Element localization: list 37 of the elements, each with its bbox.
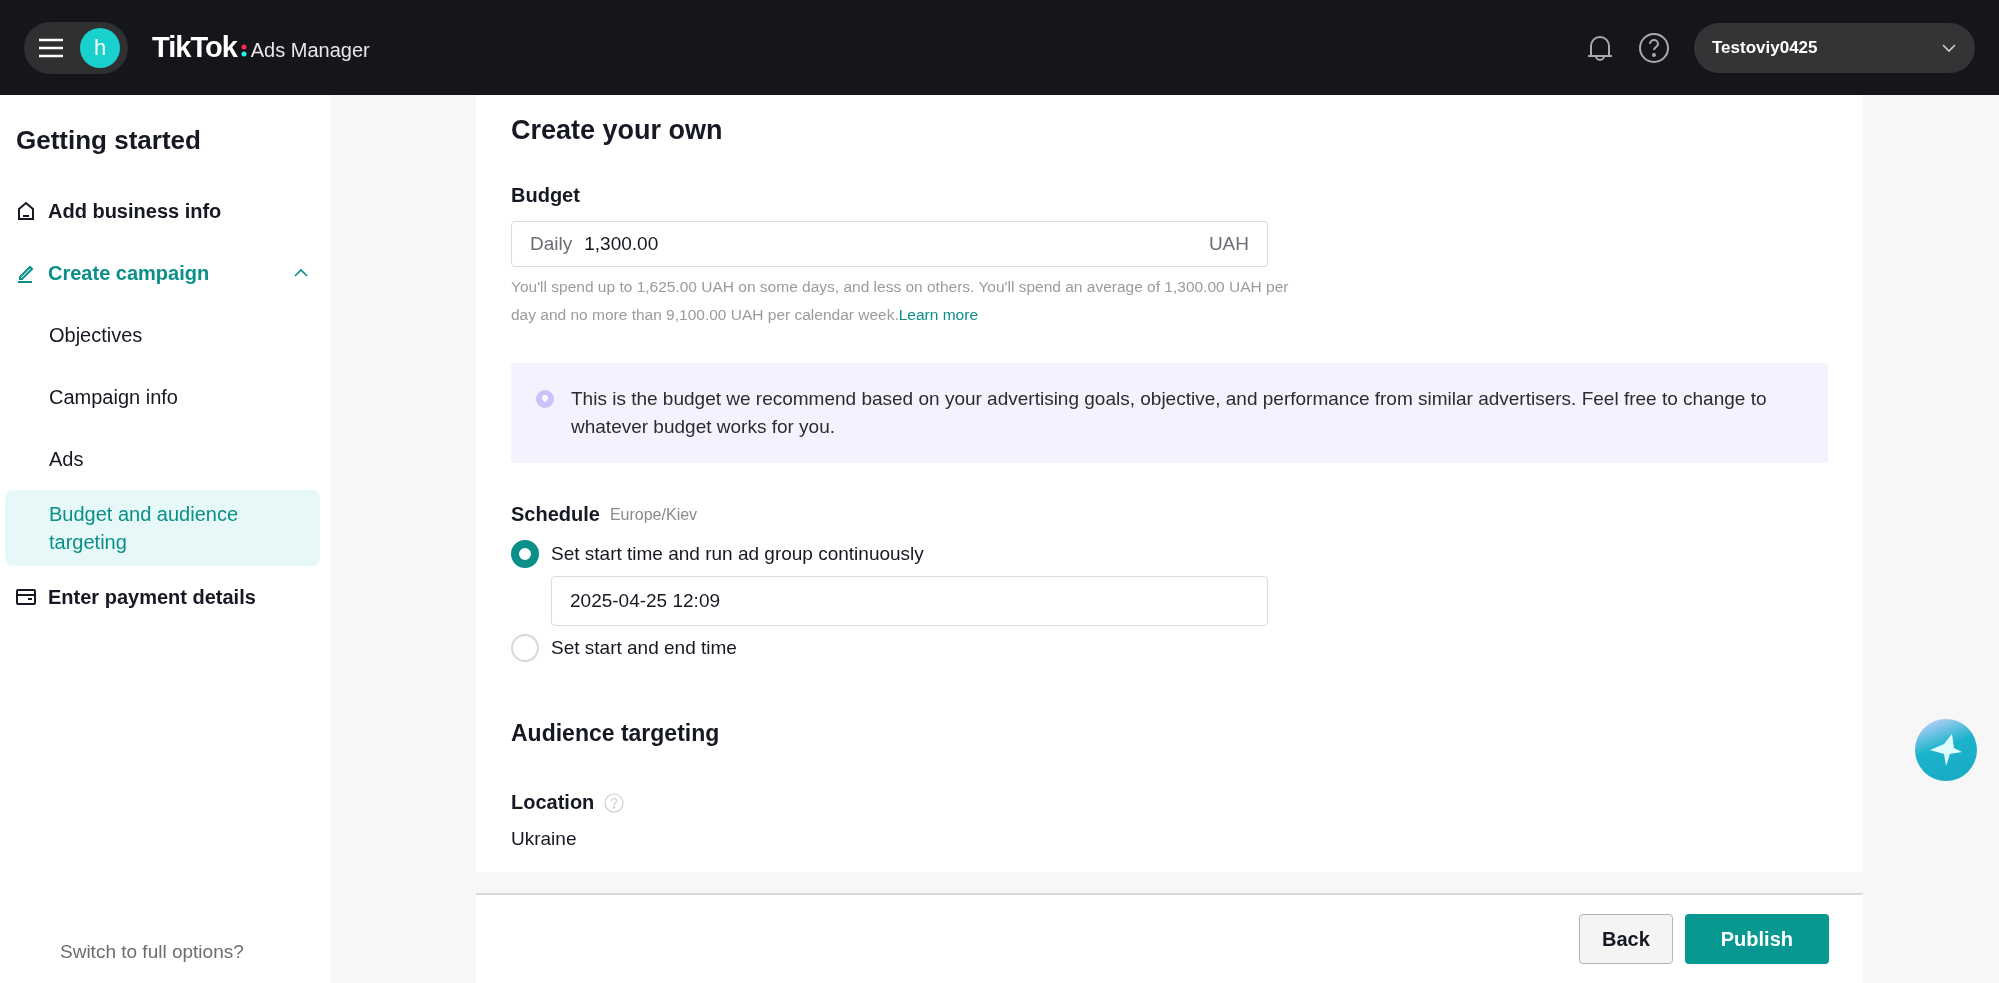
section-title: Create your own — [511, 115, 724, 146]
field-label: Location — [511, 791, 595, 814]
sidebar-item[interactable]: Add business info — [5, 180, 320, 242]
recommendation-text: This is the budget we recommend based on your advertising goals, objective, and performance from similar advertisers. Feel free to change to whatever budget works for you. — [571, 387, 1768, 439]
switch-options-link[interactable]: Switch to full options? — [60, 941, 320, 963]
field-label: Schedule — [511, 503, 600, 526]
radio-label: Set start time and run ad group continuously — [551, 543, 924, 565]
sidebar-item[interactable]: Enter payment details — [5, 566, 320, 628]
start-time-input[interactable]: 2025-04-25 12:09 — [551, 576, 1268, 626]
pencil-icon — [16, 263, 36, 283]
radio-label: Set start and end time — [551, 637, 737, 659]
sidebar-subitem[interactable]: Budget and audience targeting — [5, 490, 320, 566]
publish-button[interactable]: Publish — [1684, 914, 1829, 964]
budget-hint: You'll spend up to 1,625.00 UAH on some days, and less on others. You'll spend an average of 1,300.00 UAH per day and no more than 9,100.00 UAH per calendar week.Learn more — [511, 277, 1290, 325]
timezone-label: Europe/Kiev — [609, 505, 698, 524]
avatar: h — [80, 27, 120, 68]
back-button[interactable]: Back — [1578, 914, 1673, 964]
help-icon[interactable] — [1638, 31, 1670, 64]
home-icon — [16, 201, 36, 221]
lightbulb-icon — [535, 389, 555, 409]
sidebar-title: Getting started — [16, 125, 202, 156]
sidebar-subitem[interactable]: Campaign info — [5, 366, 320, 428]
product-name: Ads Manager — [250, 39, 370, 62]
brand-logo: TikTok — [152, 31, 237, 64]
sidebar-subitem[interactable]: Objectives — [5, 304, 320, 366]
field-label: Budget — [511, 184, 580, 207]
radio-button[interactable] — [511, 540, 539, 568]
section-title: Audience targeting — [511, 720, 721, 747]
sidebar-item[interactable]: Create campaign — [5, 242, 320, 304]
sidebar-subitem[interactable]: Ads — [5, 428, 320, 490]
card-icon — [16, 588, 36, 606]
location-value: Ukraine — [511, 828, 578, 850]
menu-icon[interactable] — [38, 37, 64, 58]
chevron-down-icon — [1941, 42, 1957, 53]
budget-input[interactable]: Daily 1,300.00 UAH — [511, 221, 1268, 267]
learn-more-link[interactable]: Learn more — [898, 306, 978, 323]
account-dropdown[interactable]: Testoviy0425 — [1694, 22, 1975, 73]
